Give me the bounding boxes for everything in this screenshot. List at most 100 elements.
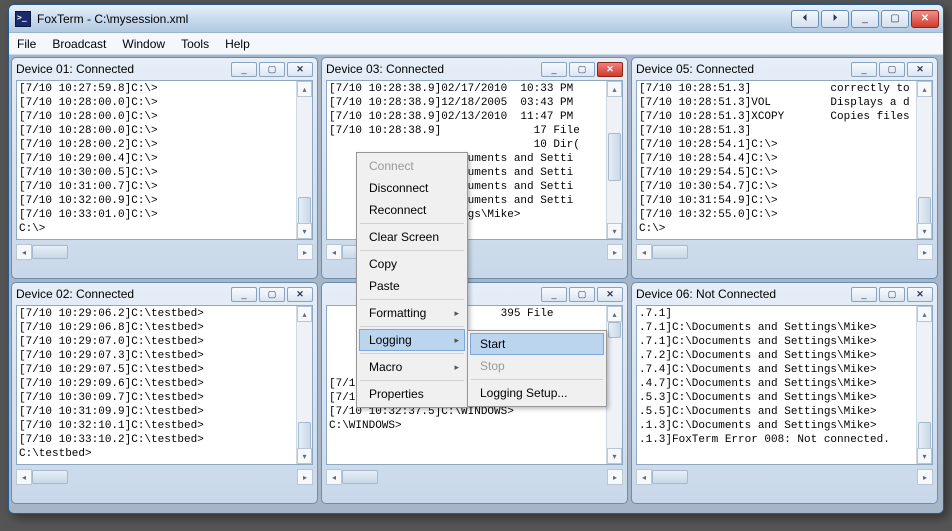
sub-stop[interactable]: Stop: [470, 355, 604, 377]
child-min-04[interactable]: _: [541, 287, 567, 302]
scroll-right-02[interactable]: ▸: [297, 469, 313, 485]
child-max-04[interactable]: ▢: [569, 287, 595, 302]
scroll-left-02[interactable]: ◂: [16, 469, 32, 485]
ctx-logging[interactable]: Logging: [359, 329, 465, 351]
scroll-down-01[interactable]: ▾: [297, 223, 312, 239]
ctx-formatting[interactable]: Formatting: [359, 302, 465, 324]
child-close-06[interactable]: [907, 287, 933, 302]
child-close-03[interactable]: [597, 62, 623, 77]
ctx-clear-screen[interactable]: Clear Screen: [359, 226, 465, 248]
context-menu[interactable]: Connect Disconnect Reconnect Clear Scree…: [356, 152, 468, 408]
scroll-left-01[interactable]: ◂: [16, 244, 32, 260]
ctx-properties[interactable]: Properties: [359, 383, 465, 405]
hscrollbar-06[interactable]: ◂ ▸: [636, 468, 933, 486]
child-close-05[interactable]: [907, 62, 933, 77]
scroll-down-03[interactable]: ▾: [607, 223, 622, 239]
ctx-paste[interactable]: Paste: [359, 275, 465, 297]
child-min-05[interactable]: _: [851, 62, 877, 77]
scroll-up-04[interactable]: ▴: [607, 306, 622, 322]
scroll-up-06[interactable]: ▴: [917, 306, 932, 322]
sub-start[interactable]: Start: [470, 333, 604, 355]
close-button[interactable]: [911, 10, 939, 28]
child-max-02[interactable]: ▢: [259, 287, 285, 302]
scroll-thumb-04[interactable]: [608, 322, 621, 338]
ctx-reconnect[interactable]: Reconnect: [359, 199, 465, 221]
hscrollbar-05[interactable]: ◂ ▸: [636, 243, 933, 261]
menu-help[interactable]: Help: [225, 37, 250, 51]
maximize-button[interactable]: ▢: [881, 10, 909, 28]
child-window-device-01[interactable]: Device 01: Connected _ ▢ [7/10 10:27:59.…: [11, 57, 318, 279]
scroll-right-03[interactable]: ▸: [607, 244, 623, 260]
child-max-03[interactable]: ▢: [569, 62, 595, 77]
hscrollbar-02[interactable]: ◂ ▸: [16, 468, 313, 486]
scroll-up-02[interactable]: ▴: [297, 306, 312, 322]
titlebar[interactable]: FoxTerm - C:\mysession.xml ⏴ ⏵ _ ▢: [9, 5, 943, 33]
scroll-down-05[interactable]: ▾: [917, 223, 932, 239]
child-window-device-02[interactable]: Device 02: Connected _ ▢ [7/10 10:29:06.…: [11, 282, 318, 504]
menu-window[interactable]: Window: [122, 37, 165, 51]
child-close-04[interactable]: [597, 287, 623, 302]
child-min-03[interactable]: _: [541, 62, 567, 77]
hscroll-thumb-04[interactable]: [342, 470, 378, 484]
vscrollbar-06[interactable]: ▴ ▾: [916, 306, 932, 464]
scroll-thumb-05[interactable]: [918, 197, 931, 225]
scroll-left-05[interactable]: ◂: [636, 244, 652, 260]
child-max-06[interactable]: ▢: [879, 287, 905, 302]
scroll-up-01[interactable]: ▴: [297, 81, 312, 97]
ctx-connect[interactable]: Connect: [359, 155, 465, 177]
terminal-05[interactable]: [7/10 10:28:51.3] correctly to [7/10 10:…: [636, 80, 933, 240]
child-min-06[interactable]: _: [851, 287, 877, 302]
logging-submenu[interactable]: Start Stop Logging Setup...: [467, 330, 607, 407]
hscroll-thumb-05[interactable]: [652, 245, 688, 259]
scroll-down-06[interactable]: ▾: [917, 448, 932, 464]
child-min-02[interactable]: _: [231, 287, 257, 302]
child-min-01[interactable]: _: [231, 62, 257, 77]
scroll-thumb-06[interactable]: [918, 422, 931, 450]
scroll-thumb-01[interactable]: [298, 197, 311, 225]
scroll-down-02[interactable]: ▾: [297, 448, 312, 464]
scroll-left-04[interactable]: ◂: [326, 469, 342, 485]
vscrollbar-04[interactable]: ▴ ▾: [606, 306, 622, 464]
titlebar-prev-button[interactable]: ⏴: [791, 10, 819, 28]
hscroll-thumb-01[interactable]: [32, 245, 68, 259]
child-window-device-05[interactable]: Device 05: Connected _ ▢ [7/10 10:28:51.…: [631, 57, 938, 279]
vscrollbar-03[interactable]: ▴ ▾: [606, 81, 622, 239]
scroll-down-04[interactable]: ▾: [607, 448, 622, 464]
vscrollbar-01[interactable]: ▴ ▾: [296, 81, 312, 239]
vscrollbar-05[interactable]: ▴ ▾: [916, 81, 932, 239]
scroll-thumb-02[interactable]: [298, 422, 311, 450]
hscroll-thumb-06[interactable]: [652, 470, 688, 484]
scroll-left-06[interactable]: ◂: [636, 469, 652, 485]
terminal-01[interactable]: [7/10 10:27:59.8]C:\> [7/10 10:28:00.0]C…: [16, 80, 313, 240]
scroll-right-05[interactable]: ▸: [917, 244, 933, 260]
scroll-thumb-03[interactable]: [608, 133, 621, 181]
hscrollbar-01[interactable]: ◂ ▸: [16, 243, 313, 261]
vscrollbar-02[interactable]: ▴ ▾: [296, 306, 312, 464]
child-close-01[interactable]: [287, 62, 313, 77]
menu-file[interactable]: File: [17, 37, 36, 51]
child-window-device-06[interactable]: Device 06: Not Connected _ ▢ .7.1] .7.1]…: [631, 282, 938, 504]
child-max-05[interactable]: ▢: [879, 62, 905, 77]
hscroll-thumb-02[interactable]: [32, 470, 68, 484]
ctx-macro[interactable]: Macro: [359, 356, 465, 378]
menu-broadcast[interactable]: Broadcast: [52, 37, 106, 51]
scroll-left-03[interactable]: ◂: [326, 244, 342, 260]
child-title-05: Device 05: Connected: [636, 62, 851, 76]
terminal-06[interactable]: .7.1] .7.1]C:\Documents and Settings\Mik…: [636, 305, 933, 465]
scroll-up-03[interactable]: ▴: [607, 81, 622, 97]
titlebar-next-button[interactable]: ⏵: [821, 10, 849, 28]
menu-tools[interactable]: Tools: [181, 37, 209, 51]
ctx-sep: [471, 379, 603, 380]
child-max-01[interactable]: ▢: [259, 62, 285, 77]
hscrollbar-04[interactable]: ◂ ▸: [326, 468, 623, 486]
terminal-02[interactable]: [7/10 10:29:06.2]C:\testbed> [7/10 10:29…: [16, 305, 313, 465]
child-close-02[interactable]: [287, 287, 313, 302]
scroll-up-05[interactable]: ▴: [917, 81, 932, 97]
scroll-right-04[interactable]: ▸: [607, 469, 623, 485]
minimize-button[interactable]: _: [851, 10, 879, 28]
ctx-copy[interactable]: Copy: [359, 253, 465, 275]
sub-logging-setup[interactable]: Logging Setup...: [470, 382, 604, 404]
scroll-right-01[interactable]: ▸: [297, 244, 313, 260]
ctx-disconnect[interactable]: Disconnect: [359, 177, 465, 199]
scroll-right-06[interactable]: ▸: [917, 469, 933, 485]
